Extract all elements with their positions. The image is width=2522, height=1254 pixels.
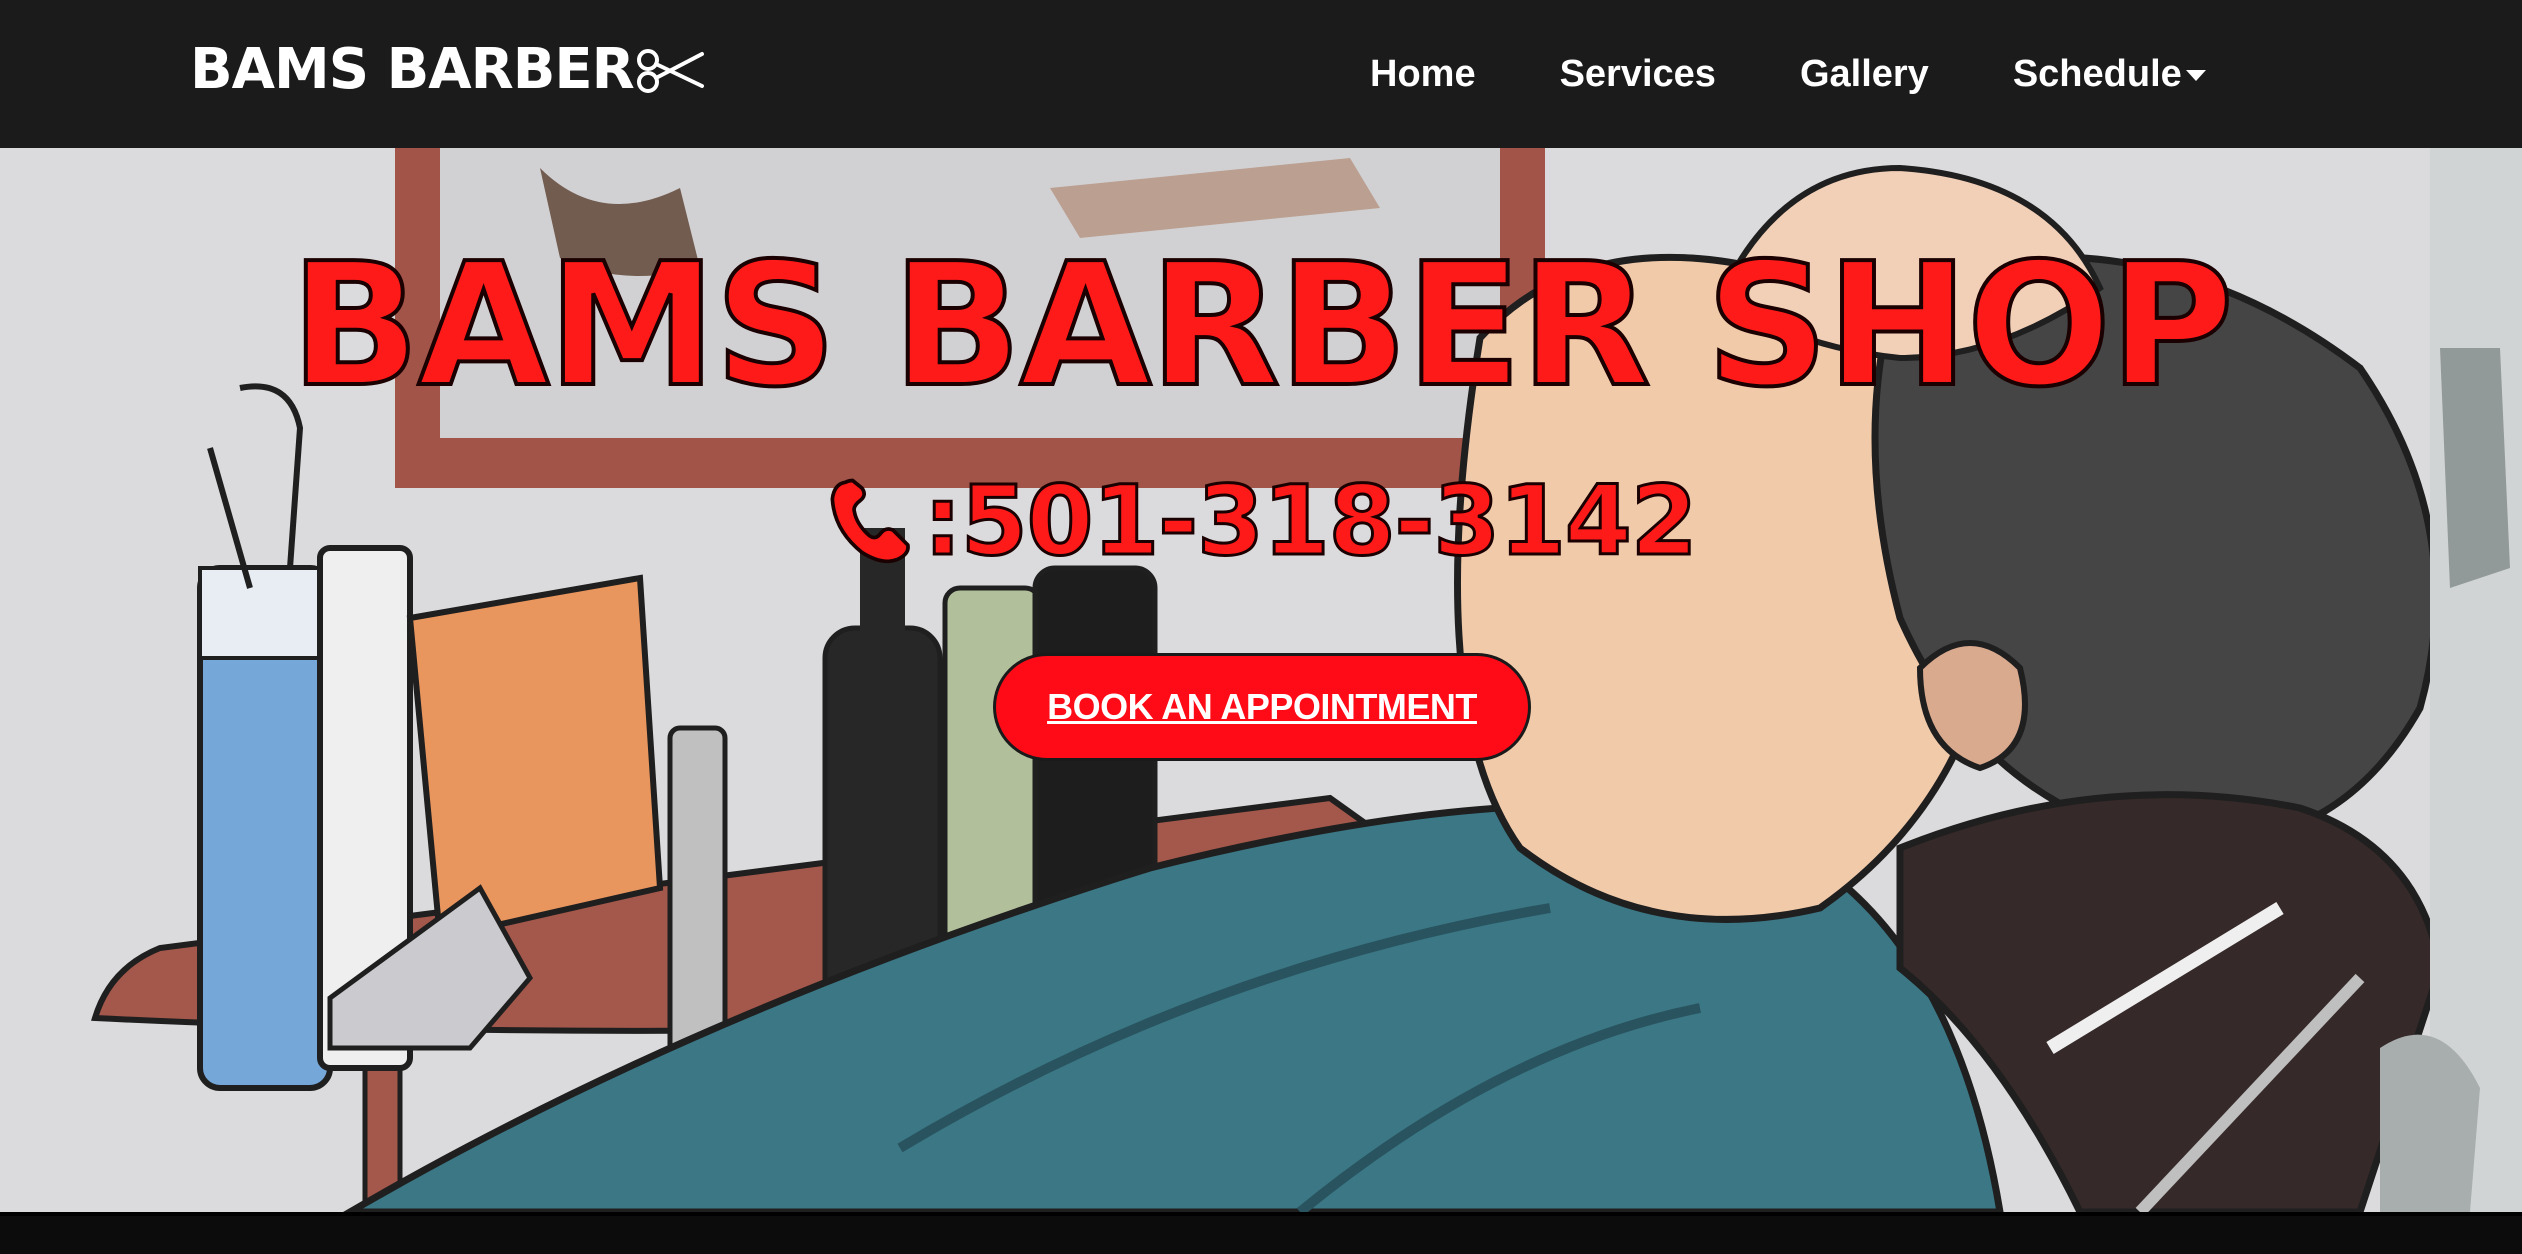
nav-dropdown-schedule[interactable]: Schedule <box>2013 53 2206 96</box>
brand-logo-link[interactable]: BAMS BARBER <box>190 34 706 106</box>
phone-number-row: :501-318-3142 <box>0 465 2522 578</box>
caret-down-icon <box>2185 69 2206 81</box>
navbar: BAMS BARBER Home Services Gallery Schedu… <box>0 0 2522 148</box>
phone-number[interactable]: :501-318-3142 <box>922 465 1699 578</box>
brand-name: BAMS BARBER <box>190 37 635 102</box>
hero-section: BAMS BARBER SHOP :501-318-3142 BOOK AN A… <box>0 148 2522 1212</box>
nav-link-schedule-label: Schedule <box>2012 52 2182 95</box>
nav-link-gallery[interactable]: Gallery <box>1800 53 1929 96</box>
nav-menu: Home Services Gallery Schedule <box>1370 0 2290 148</box>
book-appointment-button[interactable]: BOOK AN APPOINTMENT <box>993 653 1531 761</box>
phone-icon <box>825 475 917 567</box>
hero-title: BAMS BARBER SHOP <box>288 225 2236 427</box>
nav-link-services[interactable]: Services <box>1560 53 1716 96</box>
bottom-strip <box>0 1212 2522 1254</box>
page: BAMS BARBER Home Services Gallery Schedu… <box>0 0 2522 1254</box>
scissors-icon <box>636 42 706 98</box>
nav-link-home[interactable]: Home <box>1370 53 1476 96</box>
